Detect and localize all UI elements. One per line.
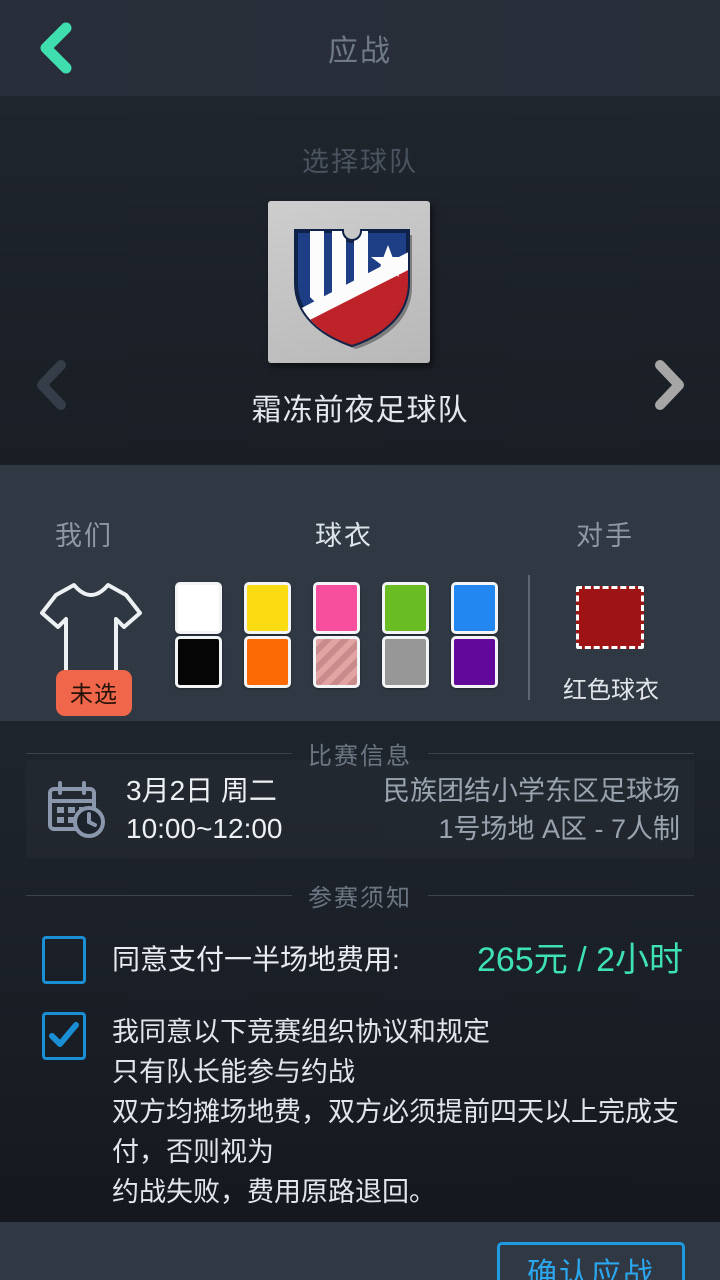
- rule-left: [26, 895, 292, 896]
- our-team-label: 我们: [55, 521, 113, 551]
- opponent-label: 对手: [576, 521, 634, 551]
- swatch-cell: [175, 582, 244, 636]
- jersey-color-swatches: [175, 582, 520, 690]
- swatch-cell: [313, 582, 382, 636]
- match-time: 10:00~12:00: [126, 813, 283, 844]
- app-screen: 应战 选择球队 霜冻前夜足球队 我们 球衣 对手 未选 红色球衣 比赛信息 3月…: [0, 0, 720, 1280]
- team-logo[interactable]: [268, 201, 430, 363]
- swatch-cell: [175, 636, 244, 690]
- jersey-swatch-striped-pink[interactable]: [313, 636, 360, 688]
- team-selector-section: 选择球队 霜冻前夜足球队: [0, 96, 720, 465]
- terms-line-1: 我同意以下竞赛组织协议和规定: [112, 1017, 490, 1047]
- match-field: 1号场地 A区 - 7人制: [438, 814, 680, 844]
- terms-line-4: 约战失败，费用原路退回。: [112, 1177, 436, 1207]
- check-icon: [48, 1021, 80, 1051]
- match-venue-group: 民族团结小学东区足球场 1号场地 A区 - 7人制: [383, 772, 680, 848]
- confirm-challenge-button[interactable]: 确认应战: [497, 1242, 685, 1280]
- jersey-swatch-white[interactable]: [175, 582, 222, 634]
- swatch-cell: [382, 582, 451, 636]
- jersey-swatch-purple[interactable]: [451, 636, 498, 688]
- back-button[interactable]: [22, 16, 86, 80]
- pay-label: 同意支付一半场地费用:: [112, 944, 400, 975]
- match-datetime: 3月2日 周二 10:00~12:00: [126, 772, 283, 848]
- swatch-cell: [313, 636, 382, 690]
- jersey-swatch-gray[interactable]: [382, 636, 429, 688]
- jersey-swatch-green[interactable]: [382, 582, 429, 634]
- app-header: 应战: [0, 0, 720, 96]
- select-team-label: 选择球队: [302, 147, 418, 177]
- rule-right: [428, 895, 694, 896]
- opponent-jersey-label: 红色球衣: [563, 677, 659, 704]
- rule-right: [428, 753, 694, 754]
- swatch-cell: [451, 636, 520, 690]
- match-venue: 民族团结小学东区足球场: [383, 776, 680, 806]
- terms-line-3: 双方均摊场地费，双方必须提前四天以上完成支付，否则视为: [112, 1097, 679, 1167]
- terms-checkbox[interactable]: [42, 1012, 86, 1060]
- page-title: 应战: [328, 35, 392, 68]
- jersey-label: 球衣: [315, 521, 373, 551]
- swatch-cell: [244, 636, 313, 690]
- pay-amount: 265元 / 2小时: [477, 941, 683, 979]
- swatch-cell: [451, 582, 520, 636]
- terms-agreement-row: 我同意以下竞赛组织协议和规定 只有队长能参与约战 双方均摊场地费，双方必须提前四…: [42, 1012, 697, 1212]
- team-name: 霜冻前夜足球队: [251, 394, 469, 427]
- calendar-clock-icon: [44, 777, 108, 841]
- match-date: 3月2日 周二: [126, 775, 277, 806]
- match-info-block: 3月2日 周二 10:00~12:00 民族团结小学东区足球场 1号场地 A区 …: [26, 760, 694, 858]
- jersey-unselected-badge: 未选: [56, 670, 132, 716]
- jersey-swatch-yellow[interactable]: [244, 582, 291, 634]
- jersey-swatch-black[interactable]: [175, 636, 222, 688]
- notice-title: 参赛须知: [308, 885, 412, 912]
- pay-checkbox[interactable]: [42, 936, 86, 984]
- jersey-swatch-orange[interactable]: [244, 636, 291, 688]
- pay-agreement-row: 同意支付一半场地费用: 265元 / 2小时: [42, 936, 697, 984]
- rule-left: [26, 753, 292, 754]
- terms-text: 我同意以下竞赛组织协议和规定 只有队长能参与约战 双方均摊场地费，双方必须提前四…: [112, 1012, 697, 1212]
- swatch-cell: [244, 582, 313, 636]
- notice-heading: 参赛须知: [26, 878, 694, 913]
- terms-line-2: 只有队长能参与约战: [112, 1057, 355, 1087]
- chevron-left-icon: [34, 22, 74, 74]
- jersey-swatch-pink[interactable]: [313, 582, 360, 634]
- vertical-divider: [528, 575, 530, 700]
- swatch-cell: [382, 636, 451, 690]
- team-shield-logo: [268, 201, 430, 363]
- jersey-swatch-blue[interactable]: [451, 582, 498, 634]
- opponent-jersey-swatch: [576, 586, 644, 649]
